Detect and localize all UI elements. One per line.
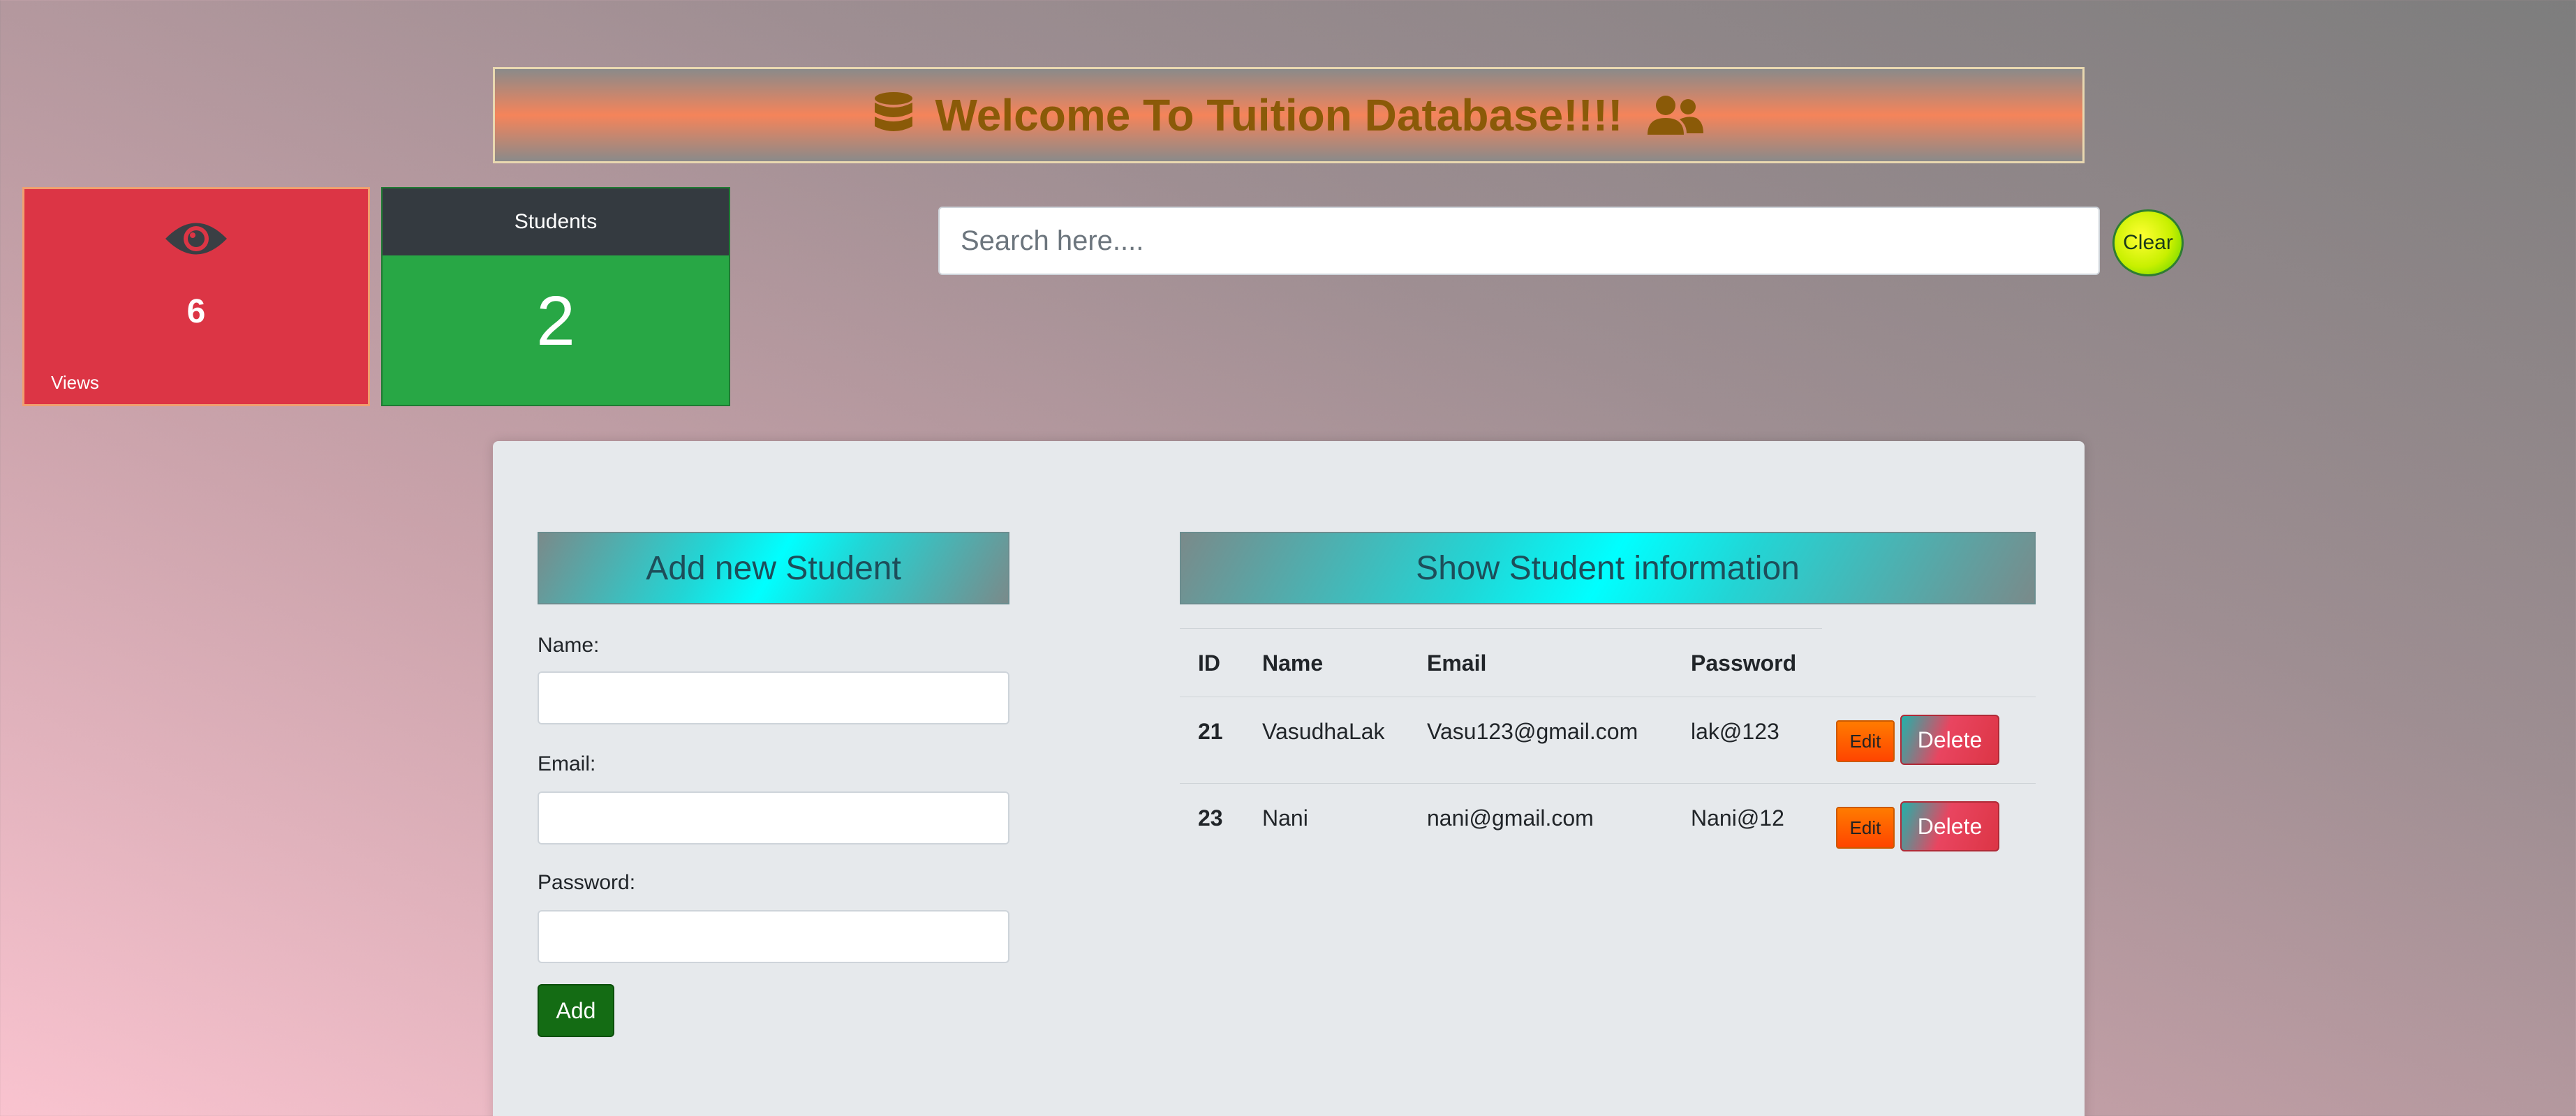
eye-icon — [164, 217, 228, 264]
views-label: Views — [51, 372, 99, 393]
column-header-id: ID — [1198, 650, 1220, 676]
password-label: Password: — [538, 871, 636, 894]
delete-button[interactable]: Delete — [1900, 715, 1999, 765]
email-label: Email: — [538, 752, 596, 775]
search-input[interactable] — [938, 207, 2100, 275]
name-field[interactable] — [538, 671, 1009, 724]
email-field[interactable] — [538, 791, 1009, 845]
students-card: Students 2 — [381, 187, 730, 406]
edit-button[interactable]: Edit — [1836, 807, 1895, 849]
delete-button[interactable]: Delete — [1900, 801, 1999, 851]
add-student-heading: Add new Student — [538, 532, 1009, 604]
edit-button[interactable]: Edit — [1836, 720, 1895, 762]
column-header-email: Email — [1427, 650, 1487, 676]
students-card-header: Students — [383, 188, 729, 255]
clear-button[interactable]: Clear — [2112, 209, 2184, 276]
banner-title: Welcome To Tuition Database!!!! — [935, 90, 1623, 140]
add-button[interactable]: Add — [538, 984, 614, 1037]
cell-password: Nani@12 — [1691, 805, 1784, 831]
users-icon — [1645, 94, 1704, 136]
cell-name: Nani — [1262, 805, 1308, 831]
welcome-banner: Welcome To Tuition Database!!!! — [493, 67, 2085, 163]
views-card: 6 Views — [22, 187, 370, 406]
name-label: Name: — [538, 634, 600, 657]
views-count: 6 — [186, 293, 206, 330]
cell-name: VasudhaLak — [1262, 719, 1385, 744]
database-icon — [874, 91, 913, 139]
show-students-heading: Show Student information — [1180, 532, 2036, 604]
main-panel: Add new Student Name: Email: Password: A… — [493, 441, 2085, 1116]
cell-id: 23 — [1198, 805, 1223, 831]
cell-email: nani@gmail.com — [1427, 805, 1594, 831]
cell-id: 21 — [1198, 719, 1223, 744]
cell-password: lak@123 — [1691, 719, 1779, 744]
students-count: 2 — [536, 282, 575, 360]
column-header-password: Password — [1691, 650, 1797, 676]
cell-email: Vasu123@gmail.com — [1427, 719, 1638, 744]
password-field[interactable] — [538, 910, 1009, 963]
column-header-name: Name — [1262, 650, 1324, 676]
